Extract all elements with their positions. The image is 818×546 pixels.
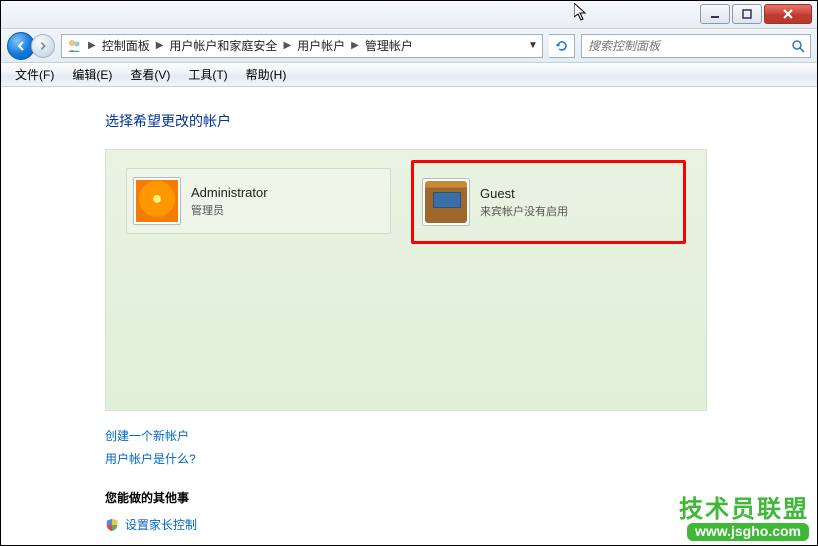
- menu-tools[interactable]: 工具(T): [180, 64, 235, 85]
- chevron-right-icon: ▶: [349, 40, 361, 51]
- address-bar-row: ▶ 控制面板 ▶ 用户帐户和家庭安全 ▶ 用户帐户 ▶ 管理帐户 ▼: [1, 29, 817, 63]
- minimize-button[interactable]: [700, 4, 730, 24]
- breadcrumb[interactable]: ▶ 控制面板 ▶ 用户帐户和家庭安全 ▶ 用户帐户 ▶ 管理帐户 ▼: [61, 34, 543, 58]
- chevron-right-icon: ▶: [281, 40, 293, 51]
- account-guest[interactable]: Guest 来宾帐户没有启用: [411, 160, 686, 244]
- avatar: [422, 178, 470, 226]
- refresh-button[interactable]: [549, 34, 575, 58]
- breadcrumb-item[interactable]: 用户帐户和家庭安全: [165, 37, 281, 54]
- account-text: Guest 来宾帐户没有启用: [480, 186, 568, 219]
- links: 创建一个新帐户 用户帐户是什么?: [105, 427, 817, 467]
- create-account-link[interactable]: 创建一个新帐户: [105, 427, 817, 444]
- search-box[interactable]: [581, 34, 811, 58]
- menu-help[interactable]: 帮助(H): [238, 64, 295, 85]
- account-subtitle: 来宾帐户没有启用: [480, 203, 568, 219]
- parental-controls-link[interactable]: 设置家长控制: [105, 516, 817, 533]
- page-heading: 选择希望更改的帐户: [105, 111, 817, 131]
- content-area: 选择希望更改的帐户 Administrator 管理员 Guest 来宾帐户没有…: [1, 87, 817, 545]
- titlebar: [1, 1, 817, 29]
- breadcrumb-item[interactable]: 用户帐户: [293, 37, 349, 54]
- forward-button[interactable]: [31, 34, 55, 58]
- account-text: Administrator 管理员: [191, 185, 268, 218]
- accounts-panel: Administrator 管理员 Guest 来宾帐户没有启用: [105, 149, 707, 411]
- search-icon[interactable]: [786, 39, 810, 53]
- suitcase-icon: [425, 181, 467, 223]
- menu-edit[interactable]: 编辑(E): [64, 64, 120, 85]
- parental-controls-label: 设置家长控制: [125, 516, 197, 533]
- account-name: Administrator: [191, 185, 268, 200]
- menu-view[interactable]: 查看(V): [122, 64, 178, 85]
- account-subtitle: 管理员: [191, 202, 268, 218]
- nav-buttons: [7, 32, 55, 60]
- chevron-right-icon: ▶: [86, 40, 98, 51]
- search-input[interactable]: [582, 39, 786, 53]
- shield-icon: [105, 518, 119, 532]
- breadcrumb-item[interactable]: 管理帐户: [361, 37, 417, 54]
- control-panel-window: ▶ 控制面板 ▶ 用户帐户和家庭安全 ▶ 用户帐户 ▶ 管理帐户 ▼ 文件(F)…: [1, 1, 817, 545]
- avatar: [133, 177, 181, 225]
- account-administrator[interactable]: Administrator 管理员: [126, 168, 391, 234]
- user-accounts-icon: [64, 36, 84, 56]
- breadcrumb-dropdown[interactable]: ▼: [524, 40, 542, 51]
- menubar: 文件(F) 编辑(E) 查看(V) 工具(T) 帮助(H): [1, 63, 817, 87]
- section-title: 您能做的其他事: [105, 489, 817, 506]
- maximize-button[interactable]: [732, 4, 762, 24]
- flower-icon: [136, 180, 178, 222]
- account-name: Guest: [480, 186, 568, 201]
- chevron-right-icon: ▶: [154, 40, 166, 51]
- whatis-account-link[interactable]: 用户帐户是什么?: [105, 450, 817, 467]
- close-button[interactable]: [764, 4, 812, 24]
- menu-file[interactable]: 文件(F): [7, 64, 62, 85]
- breadcrumb-item[interactable]: 控制面板: [98, 37, 154, 54]
